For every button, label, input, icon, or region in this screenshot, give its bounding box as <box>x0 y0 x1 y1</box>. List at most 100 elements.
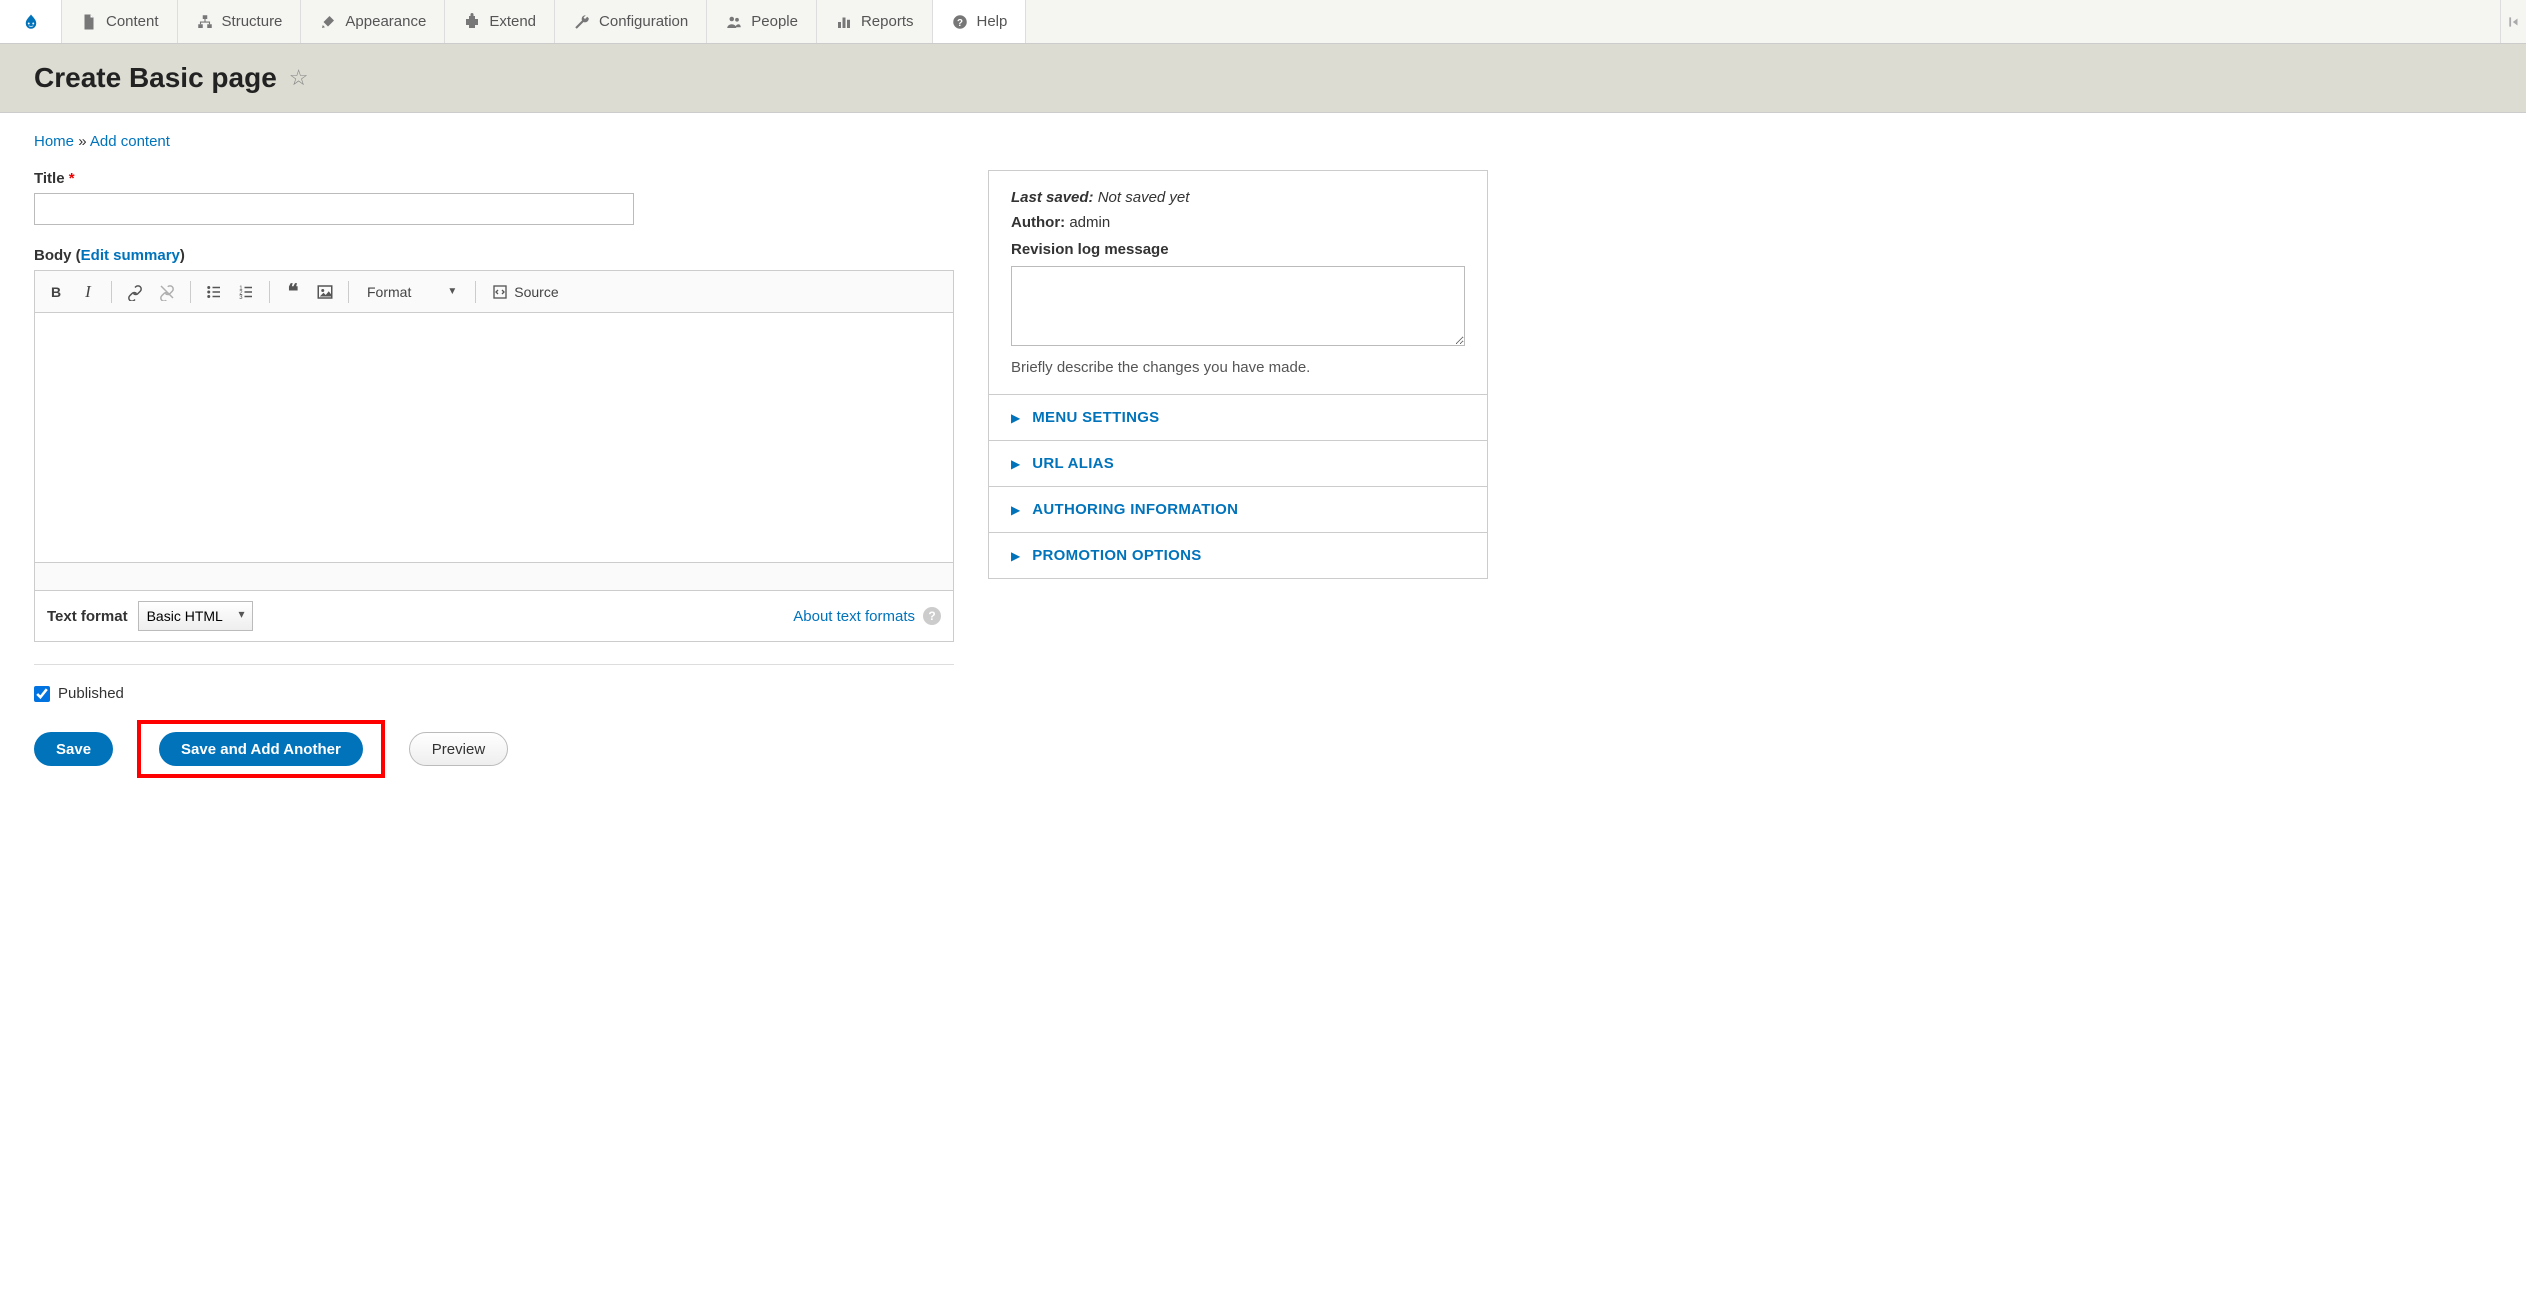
toolbar-extend[interactable]: Extend <box>445 0 555 43</box>
content-region: Home » Add content Title * Body (Edit su… <box>0 113 2526 798</box>
toolbar-reports-label: Reports <box>861 13 914 30</box>
breadcrumb-add-content[interactable]: Add content <box>90 133 170 150</box>
toolbar-reports[interactable]: Reports <box>817 0 933 43</box>
editor-toolbar: B I 123 <box>35 271 953 313</box>
svg-text:?: ? <box>957 17 963 28</box>
chevron-down-icon: ▼ <box>447 286 457 297</box>
source-button[interactable]: Source <box>484 277 566 307</box>
bullet-list-button[interactable] <box>199 277 229 307</box>
help-icon: ? <box>951 13 969 31</box>
body-label-text: Body <box>34 247 72 264</box>
blockquote-button[interactable]: ❝ <box>278 277 308 307</box>
star-outline-icon[interactable]: ☆ <box>289 65 309 91</box>
page-title: Create Basic page <box>34 62 277 94</box>
number-list-button[interactable]: 123 <box>231 277 261 307</box>
format-dropdown[interactable]: Format ▼ <box>357 277 467 307</box>
accordion-authoring-information[interactable]: ▶ AUTHORING INFORMATION <box>989 486 1487 532</box>
image-icon <box>316 283 334 301</box>
wrench-icon <box>573 13 591 31</box>
about-text-formats-link[interactable]: About text formats <box>793 608 915 625</box>
required-mark: * <box>69 170 75 187</box>
save-add-another-button[interactable]: Save and Add Another <box>159 732 363 766</box>
druplicon-icon <box>22 13 40 31</box>
triangle-right-icon: ▶ <box>1011 411 1020 425</box>
toolbar-separator <box>348 281 349 303</box>
toolbar-appearance[interactable]: Appearance <box>301 0 445 43</box>
italic-button[interactable]: I <box>73 277 103 307</box>
toolbar-structure[interactable]: Structure <box>178 0 302 43</box>
image-button[interactable] <box>310 277 340 307</box>
accordion-label: AUTHORING INFORMATION <box>1032 501 1238 518</box>
author-value: admin <box>1069 214 1110 231</box>
body-label: Body (Edit summary) <box>34 247 954 264</box>
source-icon <box>492 284 508 300</box>
title-label: Title * <box>34 170 954 187</box>
published-checkbox[interactable] <box>34 686 50 702</box>
help-circle-icon[interactable]: ? <box>923 607 941 625</box>
triangle-right-icon: ▶ <box>1011 549 1020 563</box>
puzzle-icon <box>463 13 481 31</box>
text-format-select[interactable]: Basic HTML <box>138 601 253 631</box>
breadcrumb: Home » Add content <box>34 133 2492 150</box>
toolbar-separator <box>190 281 191 303</box>
paintbrush-icon <box>319 13 337 31</box>
toolbar-configuration-label: Configuration <box>599 13 688 30</box>
revision-log-label: Revision log message <box>1011 241 1465 258</box>
author-label: Author: <box>1011 214 1065 231</box>
side-meta-block: Last saved: Not saved yet Author: admin … <box>989 171 1487 394</box>
text-format-label: Text format <box>47 608 128 625</box>
bold-button[interactable]: B <box>41 277 71 307</box>
page-header: Create Basic page ☆ <box>0 44 2526 113</box>
published-label: Published <box>58 685 124 702</box>
toolbar-content[interactable]: Content <box>62 0 178 43</box>
toolbar-collapse[interactable] <box>2500 0 2526 43</box>
triangle-right-icon: ▶ <box>1011 457 1020 471</box>
accordion-url-alias[interactable]: ▶ URL ALIAS <box>989 440 1487 486</box>
toolbar-people[interactable]: People <box>707 0 817 43</box>
people-icon <box>725 13 743 31</box>
quote-icon: ❝ <box>288 285 299 299</box>
revision-log-description: Briefly describe the changes you have ma… <box>1011 359 1465 376</box>
title-input[interactable] <box>34 193 634 225</box>
preview-button[interactable]: Preview <box>409 732 508 766</box>
link-button[interactable] <box>120 277 150 307</box>
toolbar-separator <box>111 281 112 303</box>
title-label-text: Title <box>34 170 65 187</box>
accordion-menu-settings[interactable]: ▶ MENU SETTINGS <box>989 394 1487 440</box>
action-row: Save Save and Add Another Preview <box>34 720 954 778</box>
main-column: Title * Body (Edit summary) B I <box>34 170 954 778</box>
number-list-icon: 123 <box>237 283 255 301</box>
editor-box: B I 123 <box>34 270 954 642</box>
toolbar-appearance-label: Appearance <box>345 13 426 30</box>
last-saved-row: Last saved: Not saved yet <box>1011 189 1465 206</box>
author-row: Author: admin <box>1011 214 1465 231</box>
toolbar-configuration[interactable]: Configuration <box>555 0 707 43</box>
svg-text:3: 3 <box>239 294 243 300</box>
breadcrumb-home[interactable]: Home <box>34 133 74 150</box>
revision-log-textarea[interactable] <box>1011 266 1465 346</box>
accordion-label: PROMOTION OPTIONS <box>1032 547 1201 564</box>
accordion-promotion-options[interactable]: ▶ PROMOTION OPTIONS <box>989 532 1487 578</box>
hierarchy-icon <box>196 13 214 31</box>
published-row: Published <box>34 685 954 702</box>
bar-chart-icon <box>835 13 853 31</box>
unlink-button[interactable] <box>152 277 182 307</box>
admin-toolbar: Content Structure Appearance Extend Conf… <box>0 0 2526 44</box>
accordion-label: MENU SETTINGS <box>1032 409 1159 426</box>
format-dropdown-label: Format <box>367 284 411 300</box>
side-panel: Last saved: Not saved yet Author: admin … <box>988 170 1488 579</box>
edit-summary-link[interactable]: Edit summary <box>81 247 180 264</box>
unlink-icon <box>158 283 176 301</box>
drupal-logo[interactable] <box>0 0 62 43</box>
bullet-list-icon <box>205 283 223 301</box>
triangle-right-icon: ▶ <box>1011 503 1020 517</box>
editor-path-bar <box>35 563 953 591</box>
last-saved-label: Last saved: <box>1011 189 1094 206</box>
save-button[interactable]: Save <box>34 732 113 766</box>
toolbar-separator <box>269 281 270 303</box>
toolbar-separator <box>475 281 476 303</box>
toolbar-help-label: Help <box>977 13 1008 30</box>
divider <box>34 664 954 665</box>
editor-canvas[interactable] <box>35 313 953 563</box>
toolbar-help[interactable]: ? Help <box>933 0 1027 43</box>
